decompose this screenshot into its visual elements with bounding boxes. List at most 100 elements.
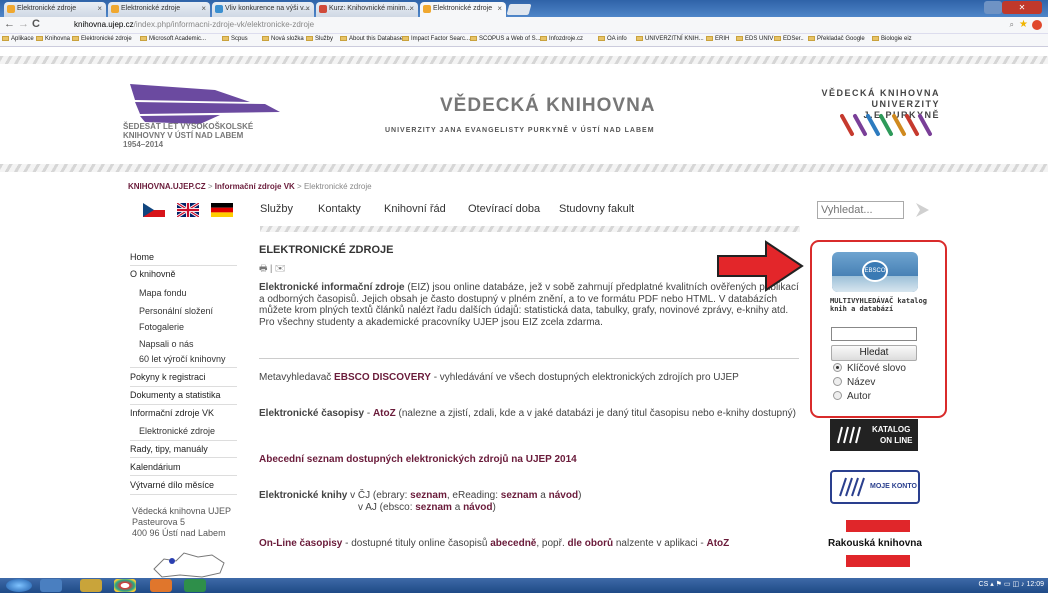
- bookmark-star-icon[interactable]: ★: [1019, 19, 1028, 30]
- close-icon[interactable]: ×: [201, 4, 206, 13]
- alphabetical-list-link[interactable]: Abecední seznam dostupných elektronickýc…: [259, 454, 577, 465]
- search-submit-arrow-icon[interactable]: [913, 202, 931, 218]
- bookmark-item[interactable]: EDS UNIV: [736, 36, 773, 42]
- ebooks-text: v AJ (ebsco:: [358, 501, 416, 513]
- nav-item-kontakty[interactable]: Kontakty: [318, 203, 361, 215]
- site-search-input[interactable]: [817, 201, 904, 219]
- excel-icon[interactable]: [184, 579, 206, 592]
- bookmark-item[interactable]: Biologie eiz: [872, 36, 912, 42]
- bookmark-item[interactable]: About this Database...: [340, 36, 408, 42]
- bookmark-item[interactable]: Služby: [306, 36, 333, 42]
- nav-item-studovny-fakult[interactable]: Studovny fakult: [559, 203, 634, 215]
- sidebar-item-personalni-slozeni[interactable]: Personální složení: [139, 306, 213, 316]
- tray-icons[interactable]: ▴ ⚑ ▭ ◫ ♪: [990, 581, 1024, 588]
- ebsco-list-link[interactable]: seznam: [415, 502, 452, 513]
- sidebar-item-napsali-o-nas[interactable]: Napsali o nás: [139, 339, 194, 349]
- austrian-library-link[interactable]: Rakouská knihovna: [828, 538, 922, 549]
- extension-icon[interactable]: [1032, 20, 1042, 30]
- my-account-banner[interactable]: MOJE KONTO: [830, 470, 920, 504]
- window-close-button[interactable]: ✕: [1002, 1, 1042, 14]
- browser-tab[interactable]: Kurz: Knihovnické minim... ×: [316, 2, 418, 17]
- radio-title[interactable]: Název: [833, 377, 875, 388]
- minimize-button[interactable]: [984, 1, 1002, 14]
- bookmark-item[interactable]: SCOPUS a Web of S...: [470, 36, 541, 42]
- firefox-icon[interactable]: [150, 579, 172, 592]
- ebsco-discovery-link[interactable]: EBSCO DISCOVERY: [334, 372, 431, 383]
- ereading-list-link[interactable]: seznam: [501, 490, 538, 501]
- bookmark-item[interactable]: Elektronické zdroje: [72, 36, 132, 42]
- ebooks-text: , eReading:: [446, 490, 501, 501]
- location-map-icon[interactable]: [150, 547, 230, 579]
- radio-keyword[interactable]: Klíčové slovo: [833, 363, 906, 374]
- atoz-link[interactable]: AtoZ: [373, 408, 396, 419]
- sidebar-item-dokumenty[interactable]: Dokumenty a statistika: [130, 390, 221, 400]
- close-icon[interactable]: ×: [97, 4, 102, 13]
- ereading-guide-link[interactable]: návod: [549, 490, 578, 501]
- browser-tab-active[interactable]: Elektronické zdroje ×: [420, 2, 506, 17]
- sidebar-item-rady-tipy[interactable]: Rady, tipy, manuály: [130, 444, 208, 454]
- by-field-link[interactable]: dle oborů: [568, 538, 614, 549]
- breadcrumb-section-link[interactable]: Informační zdroje VK: [215, 182, 295, 191]
- bookmark-item[interactable]: Nová složka: [262, 36, 304, 42]
- atoz-app-link[interactable]: AtoZ: [706, 538, 729, 549]
- czech-flag-icon[interactable]: [143, 203, 165, 217]
- language-indicator[interactable]: CS: [979, 581, 989, 588]
- clock[interactable]: 12:09: [1026, 581, 1044, 588]
- zoom-icon[interactable]: ⌕: [1010, 20, 1014, 30]
- sidebar-item-kalendarium[interactable]: Kalendárium: [130, 462, 181, 472]
- bookmark-item[interactable]: UNIVERZITNÍ KNIH...: [636, 36, 704, 42]
- ebsco-logo[interactable]: EBSCO: [832, 252, 918, 292]
- uk-flag-icon[interactable]: [177, 203, 199, 217]
- sidebar-item-60-let[interactable]: 60 let výročí knihovny: [139, 354, 226, 364]
- email-icon[interactable]: ✉: [275, 263, 286, 273]
- sidebar-item-pokyny[interactable]: Pokyny k registraci: [130, 372, 206, 382]
- bookmark-item[interactable]: Aplikace: [2, 36, 34, 42]
- ebrary-list-link[interactable]: seznam: [410, 490, 447, 501]
- close-icon[interactable]: ×: [409, 4, 414, 13]
- sidebar-item-home[interactable]: Home: [130, 252, 154, 262]
- bookmark-item[interactable]: EDSer..: [774, 36, 804, 42]
- bookmark-item[interactable]: Impact Factor Searc...: [402, 36, 470, 42]
- explorer-icon[interactable]: [40, 579, 62, 592]
- german-flag-icon[interactable]: [211, 203, 233, 217]
- bookmark-item[interactable]: Knihovna: [36, 36, 70, 42]
- sidebar-item-vytvarne-dilo[interactable]: Výtvarné dílo měsíce: [130, 480, 214, 490]
- folder-icon: [598, 36, 605, 41]
- back-icon[interactable]: ←: [4, 18, 15, 30]
- sidebar-item-informacni-zdroje[interactable]: Informační zdroje VK: [130, 408, 214, 418]
- sidebar-item-fotogalerie[interactable]: Fotogalerie: [139, 322, 184, 332]
- browser-tab[interactable]: Elektronické zdroje ×: [108, 2, 210, 17]
- ebsco-search-button[interactable]: Hledat: [831, 345, 917, 361]
- chrome-icon[interactable]: [114, 579, 136, 592]
- nav-item-knihovni-rad[interactable]: Knihovní řád: [384, 203, 446, 215]
- bookmark-label: Nová složka: [271, 36, 304, 42]
- reload-icon[interactable]: C: [32, 18, 40, 30]
- bookmark-item[interactable]: ERIH: [706, 36, 729, 42]
- bookmark-item[interactable]: Scpus: [222, 36, 248, 42]
- browser-tab[interactable]: Vliv konkurence na výši v... ×: [212, 2, 314, 17]
- sidebar-item-mapa-fondu[interactable]: Mapa fondu: [139, 288, 187, 298]
- start-button-icon[interactable]: [6, 579, 32, 592]
- alphabetical-link[interactable]: abecedně: [490, 538, 536, 549]
- ebsco-guide-link[interactable]: návod: [463, 502, 492, 513]
- ebsco-search-input[interactable]: [831, 327, 917, 341]
- radio-author[interactable]: Autor: [833, 391, 871, 402]
- bookmark-item[interactable]: Překladač Google: [808, 36, 865, 42]
- bookmark-item[interactable]: Microsoft Academic...: [140, 36, 206, 42]
- sidebar-item-o-knihovne[interactable]: O knihovně: [130, 269, 176, 279]
- folder-icon[interactable]: [80, 579, 102, 592]
- bookmark-item[interactable]: OA info: [598, 36, 627, 42]
- nav-item-sluzby[interactable]: Služby: [260, 203, 293, 215]
- close-icon[interactable]: ×: [305, 4, 310, 13]
- forward-icon[interactable]: →: [18, 18, 29, 30]
- nav-item-oteviraci-doba[interactable]: Otevírací doba: [468, 203, 540, 215]
- print-icon[interactable]: 🖶: [259, 263, 268, 273]
- bookmark-item[interactable]: Infozdroje.cz: [540, 36, 583, 42]
- sidebar-item-elektronicke-zdroje[interactable]: Elektronické zdroje: [139, 426, 215, 436]
- breadcrumb-home-link[interactable]: KNIHOVNA.UJEP.CZ: [128, 182, 206, 191]
- browser-tab[interactable]: Elektronické zdroje ×: [4, 2, 106, 17]
- new-tab-button[interactable]: [506, 4, 532, 15]
- close-icon[interactable]: ×: [497, 4, 502, 13]
- address-bar[interactable]: knihovna.ujep.cz/index.php/informacni-zd…: [60, 19, 1010, 32]
- online-catalog-banner[interactable]: KATALOG ON LINE: [830, 419, 918, 451]
